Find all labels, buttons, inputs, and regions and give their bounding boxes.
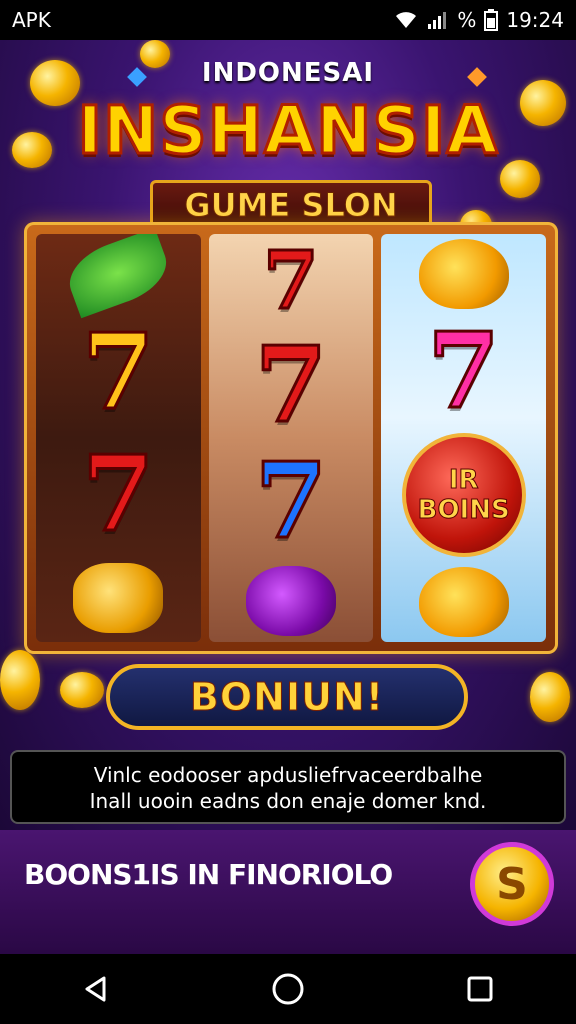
- slot-machine: 7 7 7 7 7 7 IR BOINS: [24, 222, 558, 654]
- bonus-button-label: BONIUN!: [189, 675, 385, 720]
- back-icon: [85, 976, 106, 1002]
- seven-symbol: 7: [253, 322, 328, 446]
- bonus-symbol-line1: IR: [448, 465, 479, 496]
- bonus-button[interactable]: BONIUN!: [106, 664, 468, 730]
- game-title: INSHANSIA: [76, 91, 499, 171]
- info-box: Vinlc eodooser apdusliefrvaceerdbalhe In…: [10, 750, 566, 824]
- game-scene: INDONESAI INSHANSIA GUME SLON 7 7 7 7 7 …: [0, 40, 576, 830]
- leaf-symbol: [61, 234, 176, 319]
- home-icon: [272, 973, 304, 1005]
- region-label: INDONESAI: [201, 58, 375, 88]
- seven-symbol: 7: [262, 234, 321, 328]
- coin-decoration: [530, 672, 570, 722]
- reel[interactable]: 7 7: [36, 234, 201, 642]
- coin-decoration: [60, 672, 104, 708]
- bonus-symbol: IR BOINS: [401, 433, 526, 557]
- battery-percent: %: [457, 8, 477, 32]
- recents-icon: [467, 976, 493, 1002]
- reel[interactable]: 7 IR BOINS: [381, 234, 547, 642]
- swirl-symbol: [418, 239, 509, 309]
- seven-symbol: 7: [81, 431, 156, 555]
- clock: 19:24: [506, 8, 564, 32]
- signal-icon: [428, 12, 447, 29]
- reel[interactable]: 7 7 7: [208, 234, 374, 642]
- seven-symbol: 7: [426, 309, 501, 432]
- promo-coin-button[interactable]: S: [470, 842, 554, 926]
- seven-symbol: 7: [81, 310, 156, 434]
- battery-icon: [484, 9, 499, 31]
- wifi-icon: [396, 12, 417, 28]
- status-icons: % 19:24: [393, 8, 564, 32]
- promo-label: BOONS1IS IN FINORIOLO: [24, 858, 393, 891]
- promo-strip[interactable]: BOONS1IS IN FINORIOLO S: [0, 830, 576, 954]
- plum-symbol: [246, 565, 336, 636]
- bonus-symbol-line2: BOINS: [417, 495, 510, 526]
- back-button[interactable]: [66, 959, 126, 1019]
- status-bar: APK % 19:24: [0, 0, 576, 40]
- fruit-symbol: [73, 563, 164, 634]
- reels: 7 7 7 7 7 7 IR BOINS: [36, 234, 547, 642]
- info-line-1: Vinlc eodooser apdusliefrvaceerdbalhe: [93, 763, 483, 787]
- app-label: APK: [12, 8, 51, 32]
- seven-symbol: 7: [253, 439, 328, 563]
- coin-icon: S: [496, 858, 528, 910]
- recents-button[interactable]: [450, 959, 510, 1019]
- coin-decoration: [0, 650, 40, 710]
- swirl-symbol: [418, 567, 509, 637]
- navigation-bar: [0, 954, 576, 1024]
- home-button[interactable]: [258, 959, 318, 1019]
- info-line-2: Inall uooin eadns don enaje domer knd.: [89, 789, 487, 813]
